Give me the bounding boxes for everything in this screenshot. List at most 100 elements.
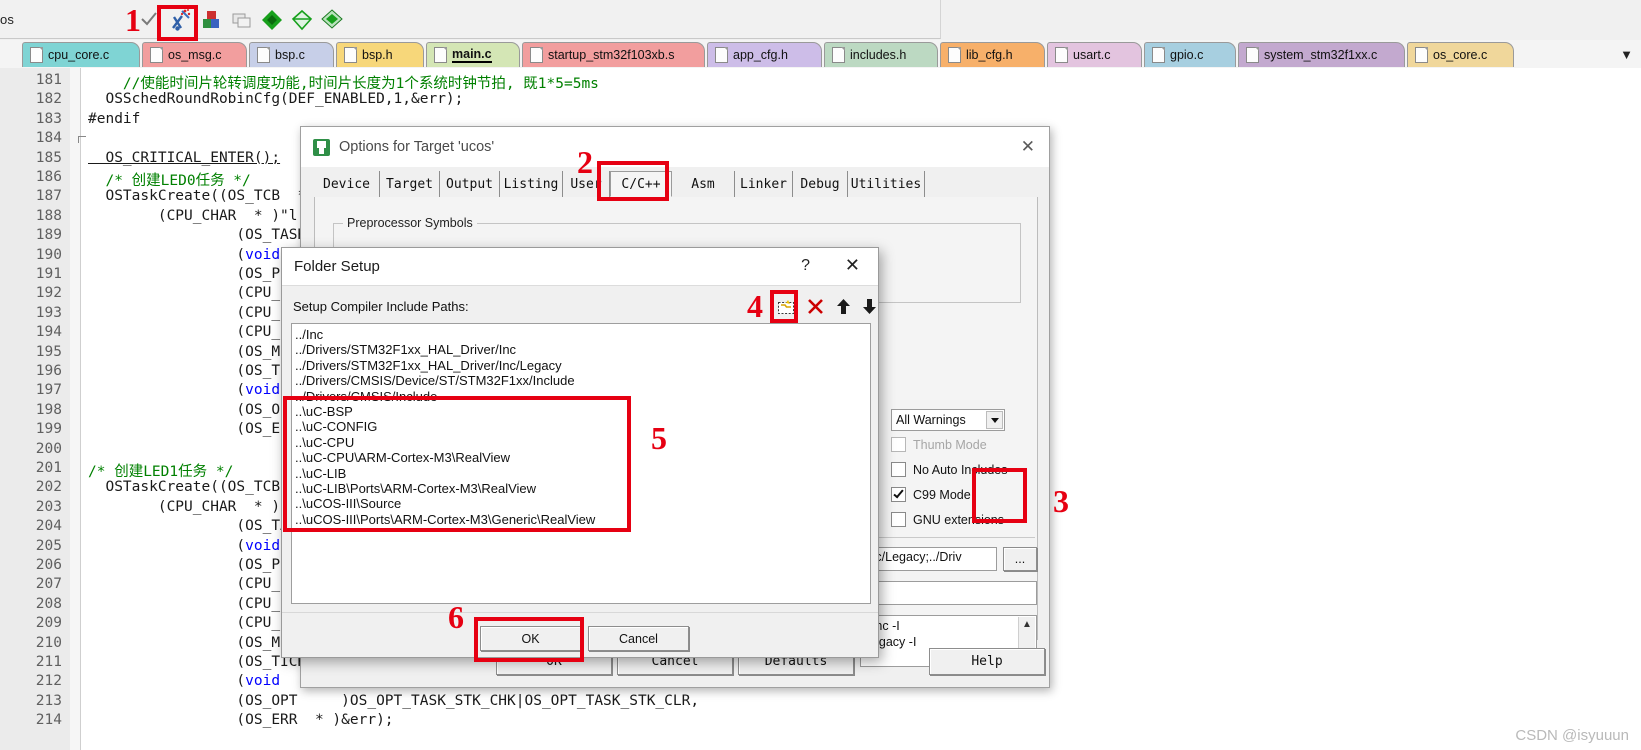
pack-installer-white-icon[interactable] xyxy=(290,8,314,32)
chevron-down-icon[interactable] xyxy=(986,411,1003,429)
editor-tab-main-c[interactable]: main.c xyxy=(426,42,520,67)
checkbox-thumb-mode[interactable]: Thumb Mode xyxy=(891,437,987,452)
editor-tab-os-core-c[interactable]: os_core.c xyxy=(1407,42,1514,67)
options-tab-listing[interactable]: Listing xyxy=(500,171,563,197)
include-path-item[interactable]: ../Drivers/CMSIS/Device/ST/STM32F1xx/Inc… xyxy=(295,373,870,388)
editor-tab-os-msg-c[interactable]: os_msg.c xyxy=(142,42,247,67)
editor-tab-cpu-core-c[interactable]: cpu_core.c xyxy=(22,42,140,67)
folder-setup-ok-button[interactable]: OK xyxy=(480,626,581,651)
magic-wand-target-options-icon[interactable] xyxy=(168,8,192,32)
new-folder-icon[interactable] xyxy=(774,294,799,319)
editor-tab-lib-cfg-h[interactable]: lib_cfg.h xyxy=(940,42,1045,67)
code-token: ( xyxy=(88,673,246,690)
code-line: (OS_OPT )OS_OPT_TASK_STK_CHK|OS_OPT_TASK… xyxy=(88,693,699,709)
line-number: 210 xyxy=(35,634,62,651)
file-page-icon xyxy=(715,47,728,63)
multi-project-icon[interactable] xyxy=(230,8,254,32)
code-line: (void xyxy=(88,247,280,263)
options-tab-label: Listing xyxy=(503,176,559,192)
checkbox-box xyxy=(891,512,906,527)
line-number: 203 xyxy=(35,498,62,515)
options-tab-debug[interactable]: Debug xyxy=(793,171,848,197)
code-token: (CPU_CHAR * )"l xyxy=(88,207,298,224)
move-up-icon[interactable] xyxy=(831,294,856,319)
code-token: (OS_OPT )OS_OPT_TASK_STK_CHK|OS_OPT_TASK… xyxy=(88,692,700,709)
editor-tab-system-stm32f1xx-c[interactable]: system_stm32f1xx.c xyxy=(1238,42,1405,67)
pack-installer-stack-icon[interactable] xyxy=(320,8,344,32)
options-tab-device[interactable]: Device xyxy=(314,171,380,197)
line-number: 199 xyxy=(35,421,62,438)
include-path-item[interactable]: ..\uC-LIB\Ports\ARM-Cortex-M3\RealView xyxy=(295,481,870,496)
options-tab-user[interactable]: User xyxy=(563,171,610,197)
include-path-item[interactable]: ..\uC-LIB xyxy=(295,466,870,481)
options-tab-target[interactable]: Target xyxy=(380,171,440,197)
include-paths-field[interactable]: Inc/Legacy;../Driv xyxy=(860,547,997,571)
help-icon[interactable]: ? xyxy=(801,257,810,275)
delete-path-icon[interactable] xyxy=(803,294,828,319)
options-tab-asm[interactable]: Asm xyxy=(672,171,735,197)
move-down-icon[interactable] xyxy=(857,294,882,319)
include-paths-list[interactable]: ../Inc ../Drivers/STM32F1xx_HAL_Driver/In… xyxy=(291,323,871,604)
checkbox-label: No Auto Includes xyxy=(913,462,1008,477)
options-tab-linker[interactable]: Linker xyxy=(735,171,793,197)
include-path-item[interactable]: ../Drivers/STM32F1xx_HAL_Driver/Inc xyxy=(295,342,870,357)
include-path-item[interactable]: ../Drivers/CMSIS/Include xyxy=(295,389,870,404)
code-line: OSSchedRoundRobinCfg(DEF_ENABLED,1,&err)… xyxy=(88,91,463,107)
include-path-item[interactable]: ..\uC-CONFIG xyxy=(295,419,870,434)
line-number: 187 xyxy=(35,188,62,205)
include-path-item[interactable]: ../Inc xyxy=(295,327,870,342)
checkbox-gnu-extensions[interactable]: GNU extensions xyxy=(891,512,1004,527)
checkbox-c99-mode[interactable]: C99 Mode xyxy=(891,487,971,502)
code-token: (CPU_S xyxy=(88,595,289,612)
include-path-item[interactable]: ..\uCOS-III\Source xyxy=(295,496,870,511)
code-line: (CPU_S xyxy=(88,615,288,631)
code-token: ( xyxy=(88,382,246,399)
checkmark-icon[interactable] xyxy=(140,10,158,28)
editor-tab-bsp-c[interactable]: bsp.c xyxy=(249,42,334,67)
folder-setup-cancel-button[interactable]: Cancel xyxy=(588,626,689,651)
options-tab-c-c--[interactable]: C/C++ xyxy=(610,171,672,197)
editor-tab-usart-c[interactable]: usart.c xyxy=(1047,42,1142,67)
warnings-combo[interactable]: All Warnings xyxy=(891,409,1005,431)
scroll-up-icon[interactable]: ▲ xyxy=(1019,617,1035,633)
options-tab-output[interactable]: Output xyxy=(440,171,500,197)
file-page-icon xyxy=(1055,47,1068,63)
code-token: (OS_PR xyxy=(88,557,289,573)
options-dialog-close-icon[interactable]: ✕ xyxy=(1021,138,1035,155)
code-line: OSTaskCreate((OS_TCB xyxy=(88,479,280,495)
include-path-item[interactable]: ..\uCOS-III\Ports\ARM-Cortex-M3\Generic\… xyxy=(295,512,870,527)
editor-tab-app-cfg-h[interactable]: app_cfg.h xyxy=(707,42,822,67)
editor-tab-bsp-h[interactable]: bsp.h xyxy=(336,42,424,67)
options-help-button[interactable]: Help xyxy=(929,648,1045,675)
include-path-item[interactable]: ..\uC-CPU\ARM-Cortex-M3\RealView xyxy=(295,450,870,465)
line-number: 188 xyxy=(35,207,62,224)
close-icon[interactable]: ✕ xyxy=(845,256,860,274)
line-number-gutter: 181 182 183 184 185 186 187 188 189 190 191 192 193 1… xyxy=(0,68,71,750)
code-line: (CPU_S xyxy=(88,595,289,612)
checkbox-no-auto-includes[interactable]: No Auto Includes xyxy=(891,462,1008,477)
editor-tab-gpio-c[interactable]: gpio.c xyxy=(1144,42,1236,67)
code-line: (CPU_CHAR * ) xyxy=(88,499,280,515)
misc-controls-field[interactable] xyxy=(860,581,1037,605)
checkbox-box xyxy=(891,437,906,452)
line-number: 213 xyxy=(35,692,62,709)
manage-project-items-icon[interactable] xyxy=(200,8,224,32)
options-tab-utilities[interactable]: Utilities xyxy=(848,171,925,197)
tab-scroll-icon[interactable]: ▼ xyxy=(1620,47,1633,62)
pack-installer-green-icon[interactable] xyxy=(260,8,284,32)
include-paths-browse-button[interactable]: ... xyxy=(1003,547,1037,571)
file-page-icon xyxy=(1246,47,1259,63)
code-fold-marker[interactable] xyxy=(78,136,86,144)
code-line: (OS_MS xyxy=(88,635,288,651)
editor-tab-label: os_msg.c xyxy=(168,48,222,62)
titlebar-divider xyxy=(282,285,878,286)
include-path-item[interactable]: ..\uC-CPU xyxy=(295,435,870,450)
include-path-item[interactable]: ../Drivers/STM32F1xx_HAL_Driver/Inc/Lega… xyxy=(295,358,870,373)
code-token: (CPU_S xyxy=(88,285,289,302)
code-line: (void xyxy=(88,538,280,554)
editor-tab-startup-stm32f103xb-s[interactable]: startup_stm32f103xb.s xyxy=(522,42,705,67)
code-token: OSSchedRoundRobinCfg(DEF_ENABLED,1,&err)… xyxy=(88,91,464,108)
editor-tab-includes-h[interactable]: includes.h xyxy=(824,42,938,67)
include-path-item[interactable]: ..\uC-BSP xyxy=(295,404,870,419)
line-number: 200 xyxy=(35,440,62,457)
